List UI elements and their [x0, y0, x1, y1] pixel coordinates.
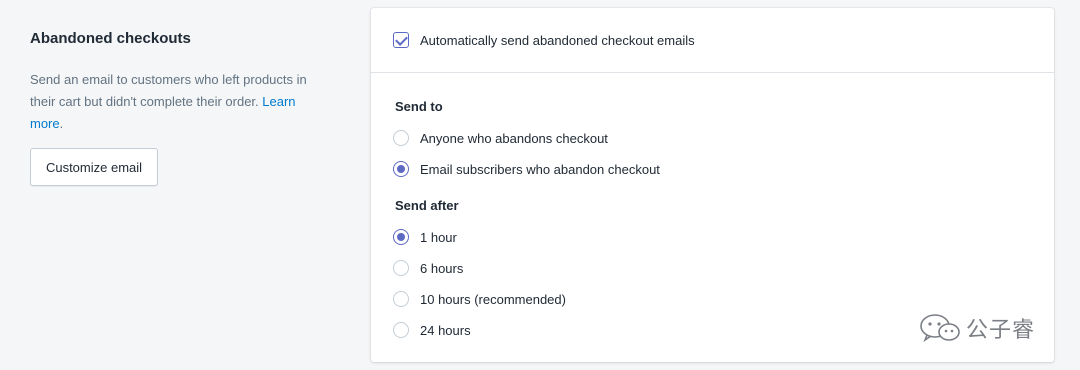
- send-after-option-24h[interactable]: 24 hours: [393, 321, 471, 339]
- radio-10-hours[interactable]: [393, 291, 409, 307]
- auto-send-checkbox-row[interactable]: Automatically send abandoned checkout em…: [393, 31, 695, 49]
- auto-send-label: Automatically send abandoned checkout em…: [420, 32, 695, 48]
- watermark-text: 公子睿: [966, 317, 1036, 342]
- radio-anyone[interactable]: [393, 130, 409, 146]
- radio-6-hours[interactable]: [393, 260, 409, 276]
- radio-label: 10 hours (recommended): [420, 291, 566, 307]
- section-description: Send an email to customers who left prod…: [30, 69, 330, 135]
- send-to-option-subscribers[interactable]: Email subscribers who abandon checkout: [393, 160, 660, 178]
- auto-send-checkbox[interactable]: [393, 32, 409, 48]
- radio-subscribers[interactable]: [393, 161, 409, 177]
- card-header: Automatically send abandoned checkout em…: [371, 8, 1054, 73]
- customize-email-button[interactable]: Customize email: [30, 148, 158, 186]
- radio-label: 6 hours: [420, 260, 464, 276]
- settings-section-info: Abandoned checkouts Send an email to cus…: [30, 30, 330, 135]
- radio-label: Anyone who abandons checkout: [420, 130, 608, 146]
- send-after-option-6h[interactable]: 6 hours: [393, 259, 463, 277]
- abandoned-checkout-card: Automatically send abandoned checkout em…: [371, 8, 1054, 362]
- radio-1-hour[interactable]: [393, 229, 409, 245]
- send-to-option-anyone[interactable]: Anyone who abandons checkout: [393, 129, 608, 147]
- send-to-title: Send to: [395, 99, 443, 114]
- watermark: 公子睿: [918, 312, 1035, 344]
- radio-24-hours[interactable]: [393, 322, 409, 338]
- radio-label: Email subscribers who abandon checkout: [420, 161, 660, 177]
- radio-label: 24 hours: [420, 322, 471, 338]
- send-after-option-1h[interactable]: 1 hour: [393, 228, 457, 246]
- section-title: Abandoned checkouts: [30, 30, 191, 47]
- wechat-icon: [920, 314, 960, 343]
- send-after-option-10h[interactable]: 10 hours (recommended): [393, 290, 566, 308]
- send-after-title: Send after: [395, 198, 459, 213]
- learn-more-suffix: .: [59, 116, 64, 131]
- radio-label: 1 hour: [420, 229, 457, 245]
